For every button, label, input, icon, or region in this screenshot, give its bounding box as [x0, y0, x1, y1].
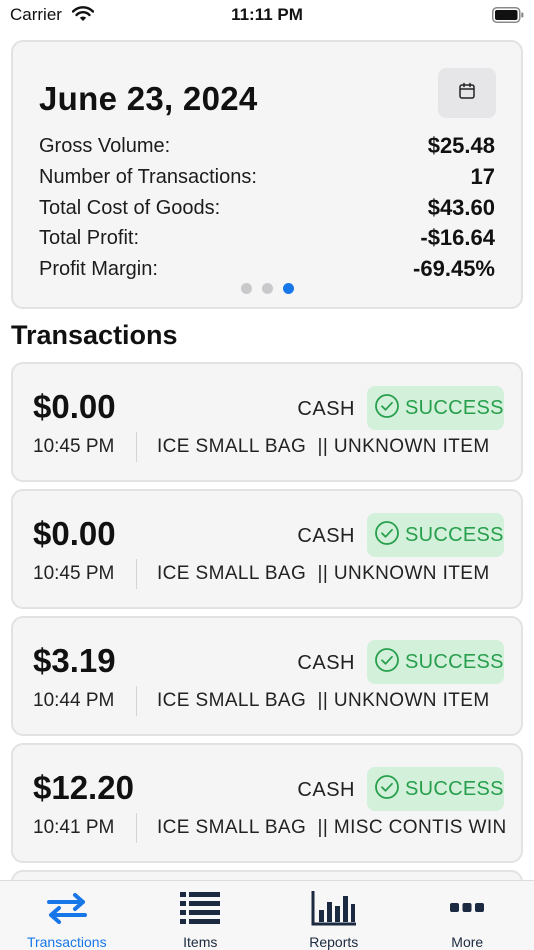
transaction-card[interactable]: $12.20 CASH SUCCESS 10:41 PM ICE SMALL B…: [11, 743, 523, 863]
payment-method: CASH: [297, 652, 355, 674]
stat-label: Number of Transactions:: [39, 165, 257, 188]
tab-items[interactable]: Items: [134, 881, 268, 950]
tab-reports[interactable]: Reports: [267, 881, 401, 950]
transaction-time: 10:44 PM: [33, 690, 115, 711]
stat-gross-volume: Gross Volume: $25.48: [39, 131, 495, 161]
check-circle-icon: [374, 393, 400, 424]
check-circle-icon: [374, 647, 400, 678]
status-text: SUCCESS: [405, 396, 504, 419]
status-bar: Carrier 11:11 PM: [0, 0, 534, 30]
calendar-icon: [458, 82, 476, 105]
transaction-amount: $12.20: [33, 769, 134, 806]
stat-value: $43.60: [427, 195, 495, 220]
stat-value: $25.48: [427, 133, 495, 158]
transaction-amount: $0.00: [33, 515, 116, 552]
divider: [136, 813, 137, 843]
page-indicator[interactable]: [13, 283, 521, 294]
payment-method: CASH: [297, 525, 355, 547]
transaction-time: 10:41 PM: [33, 817, 115, 838]
list-icon: [180, 889, 221, 926]
bar-chart-icon: [311, 889, 357, 926]
status-badge: SUCCESS: [367, 640, 504, 684]
arrows-swap-icon: [45, 889, 89, 926]
transaction-items: ICE SMALL BAG || MISC CONTIS WINE: [157, 817, 507, 838]
transaction-card[interactable]: $0.00 CASH SUCCESS 10:45 PM ICE SMALL BA…: [11, 489, 523, 609]
daily-summary-card[interactable]: June 23, 2024 Gross Volume: $25.48 Numbe…: [11, 40, 523, 309]
payment-method: CASH: [297, 779, 355, 801]
status-time: 11:11 PM: [231, 5, 303, 24]
page-dot[interactable]: [240, 283, 252, 294]
calendar-button[interactable]: [438, 68, 496, 118]
tab-transactions[interactable]: Transactions: [0, 881, 134, 950]
payment-method: CASH: [297, 398, 355, 420]
stat-transaction-count: Number of Transactions: 17: [39, 162, 495, 192]
status-text: SUCCESS: [405, 523, 504, 546]
transaction-card[interactable]: $3.19 CASH SUCCESS 10:44 PM ICE SMALL BA…: [11, 616, 523, 736]
page-dot-active[interactable]: [282, 283, 294, 294]
stat-label: Gross Volume:: [39, 134, 171, 157]
check-circle-icon: [374, 774, 400, 805]
transaction-card[interactable]: $0.00 CASH SUCCESS 10:45 PM ICE SMALL BA…: [11, 362, 523, 482]
transaction-items: ICE SMALL BAG || UNKNOWN ITEM: [157, 436, 490, 457]
transaction-items: ICE SMALL BAG || UNKNOWN ITEM: [157, 563, 490, 584]
transaction-time: 10:45 PM: [33, 563, 115, 584]
transaction-amount: $3.19: [33, 642, 116, 679]
divider: [136, 686, 137, 716]
transaction-items: ICE SMALL BAG || UNKNOWN ITEM: [157, 690, 490, 711]
transaction-time: 10:45 PM: [33, 436, 115, 457]
divider: [136, 432, 137, 462]
stat-value: -$16.64: [420, 225, 495, 250]
status-badge: SUCCESS: [367, 767, 504, 811]
stat-profit-margin: Profit Margin: -69.45%: [39, 254, 495, 284]
check-circle-icon: [374, 520, 400, 551]
status-text: SUCCESS: [405, 650, 504, 673]
stat-label: Profit Margin:: [39, 257, 158, 280]
transaction-amount: $0.00: [33, 388, 116, 425]
tab-label: Reports: [309, 934, 359, 950]
divider: [136, 559, 137, 589]
stat-label: Total Cost of Goods:: [39, 196, 221, 219]
page-dot[interactable]: [261, 283, 273, 294]
summary-date: June 23, 2024: [39, 80, 258, 117]
transactions-list[interactable]: $0.00 CASH SUCCESS 10:45 PM ICE SMALL BA…: [11, 362, 523, 880]
stat-value: 17: [470, 164, 495, 189]
tab-label: More: [451, 934, 484, 950]
transaction-card[interactable]: [11, 870, 523, 880]
tab-bar: Transactions Items Reports More: [0, 880, 534, 950]
status-text: SUCCESS: [405, 777, 504, 800]
transactions-heading: Transactions: [11, 320, 178, 350]
more-dots-icon: [450, 889, 485, 926]
tab-label: Transactions: [26, 934, 107, 950]
status-badge: SUCCESS: [367, 386, 504, 430]
tab-label: Items: [183, 934, 218, 950]
stat-label: Total Profit:: [39, 226, 140, 249]
stat-total-profit: Total Profit: -$16.64: [39, 223, 495, 253]
battery-icon: [492, 7, 524, 23]
stat-cost-of-goods: Total Cost of Goods: $43.60: [39, 193, 495, 223]
tab-more[interactable]: More: [401, 881, 534, 950]
status-badge: SUCCESS: [367, 513, 504, 557]
stat-value: -69.45%: [413, 256, 495, 281]
